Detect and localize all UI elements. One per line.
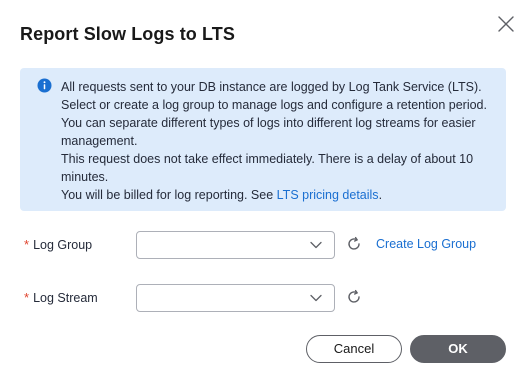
info-billing-text: You will be billed for log reporting. Se…	[61, 188, 277, 202]
create-log-group-link[interactable]: Create Log Group	[376, 237, 476, 251]
lts-pricing-link[interactable]: LTS pricing details	[277, 188, 379, 202]
info-line-delay: This request does not take effect immedi…	[61, 152, 474, 184]
cancel-button[interactable]: Cancel	[306, 335, 402, 363]
log-group-label: * Log Group	[24, 237, 92, 252]
ok-button[interactable]: OK	[410, 335, 506, 363]
info-line-logging: All requests sent to your DB instance ar…	[61, 80, 487, 148]
info-alert: All requests sent to your DB instance ar…	[20, 68, 506, 211]
log-stream-label: * Log Stream	[24, 290, 98, 305]
close-icon[interactable]	[496, 14, 516, 34]
log-stream-select[interactable]	[136, 284, 335, 312]
log-stream-label-text: Log Stream	[33, 291, 98, 305]
log-group-select[interactable]	[136, 231, 335, 259]
info-circle-icon	[37, 78, 52, 93]
required-mark: *	[24, 237, 30, 252]
log-group-refresh-icon[interactable]	[346, 236, 362, 252]
log-group-label-text: Log Group	[33, 238, 93, 252]
log-stream-refresh-icon[interactable]	[346, 289, 362, 305]
chevron-down-icon	[310, 241, 322, 249]
required-mark: *	[24, 290, 30, 305]
info-billing-suffix: .	[378, 188, 383, 202]
chevron-down-icon	[310, 294, 322, 302]
dialog-title: Report Slow Logs to LTS	[20, 24, 235, 44]
info-text: All requests sent to your DB instance ar…	[61, 78, 501, 204]
report-slow-logs-dialog: Report Slow Logs to LTS All requests sen…	[0, 0, 526, 377]
info-line-billing: You will be billed for log reporting. Se…	[61, 186, 501, 204]
